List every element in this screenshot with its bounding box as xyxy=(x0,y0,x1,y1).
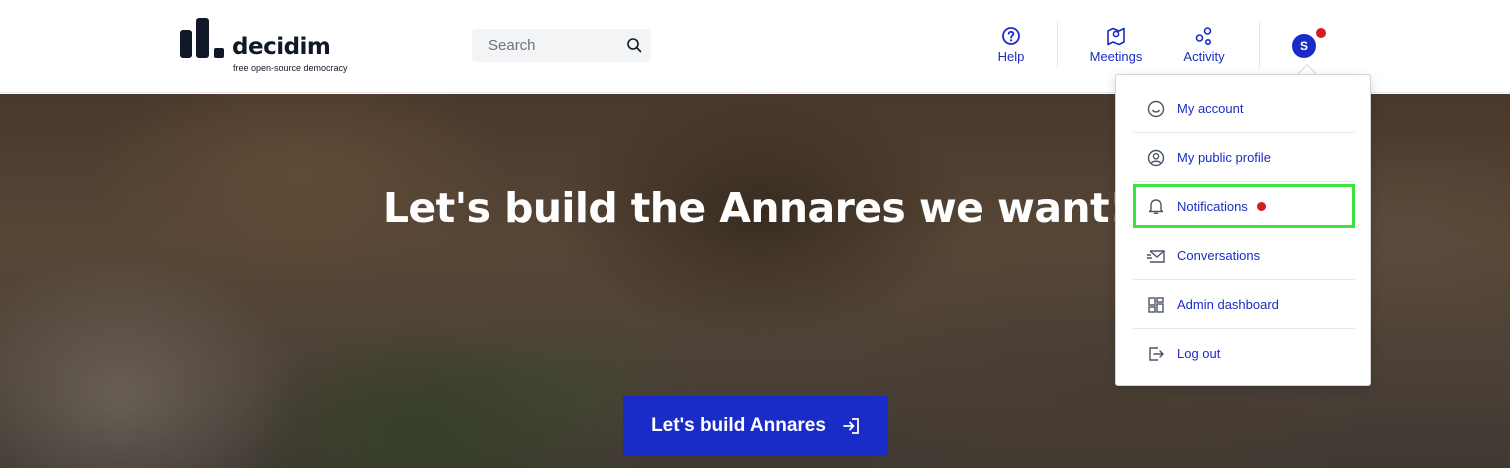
menu-item-label: My public profile xyxy=(1177,150,1271,165)
nav-meetings-label: Meetings xyxy=(1089,49,1143,64)
user-avatar[interactable]: S xyxy=(1292,34,1316,58)
nav-divider xyxy=(1259,22,1260,68)
login-arrow-icon xyxy=(843,418,859,434)
notification-dot xyxy=(1256,201,1266,211)
nav-divider xyxy=(1057,22,1058,68)
logo-tagline: free open-source democracy xyxy=(233,63,348,73)
nav-help-label: Help xyxy=(997,49,1025,64)
activity-icon xyxy=(1195,27,1212,46)
user-menu-dropdown: My account My public profile Notificatio… xyxy=(1115,74,1371,386)
search-input[interactable]: Search xyxy=(472,29,651,62)
menu-item-log-out[interactable]: Log out xyxy=(1133,329,1355,378)
menu-item-notifications[interactable]: Notifications xyxy=(1133,184,1355,228)
menu-item-label: Log out xyxy=(1177,346,1221,361)
envelope-icon xyxy=(1145,245,1167,267)
nav-meetings[interactable]: Meetings xyxy=(1086,26,1146,70)
logo-mark-icon xyxy=(180,18,224,58)
menu-divider xyxy=(1133,181,1355,182)
nav-activity[interactable]: Activity xyxy=(1180,26,1228,70)
meetings-icon xyxy=(1107,27,1125,46)
decidim-logo[interactable]: decidim free open-source democracy xyxy=(180,18,380,76)
dashboard-icon xyxy=(1145,294,1167,316)
hero-cta-label: Let's build Annares xyxy=(651,415,826,436)
menu-item-label: Admin dashboard xyxy=(1177,297,1279,312)
menu-item-my-account[interactable]: My account xyxy=(1133,84,1355,133)
menu-item-label: My account xyxy=(1177,101,1244,116)
menu-item-conversations[interactable]: Conversations xyxy=(1133,231,1355,280)
bell-icon xyxy=(1145,195,1167,217)
hero-cta-button[interactable]: Let's build Annares xyxy=(623,396,888,456)
search-placeholder: Search xyxy=(488,37,536,54)
logo-text: decidim xyxy=(232,34,331,60)
user-circle-icon xyxy=(1145,147,1167,169)
menu-item-label: Notifications xyxy=(1177,198,1248,214)
nav-help[interactable]: Help xyxy=(990,26,1032,70)
menu-item-admin-dashboard[interactable]: Admin dashboard xyxy=(1133,280,1355,329)
menu-item-label: Conversations xyxy=(1177,248,1261,263)
logout-icon xyxy=(1145,343,1167,365)
menu-item-public-profile[interactable]: My public profile xyxy=(1133,133,1355,182)
notification-badge xyxy=(1316,28,1326,38)
smile-icon xyxy=(1145,98,1167,120)
help-icon xyxy=(1002,27,1020,45)
search-icon[interactable] xyxy=(626,37,642,53)
nav-activity-label: Activity xyxy=(1183,49,1225,64)
